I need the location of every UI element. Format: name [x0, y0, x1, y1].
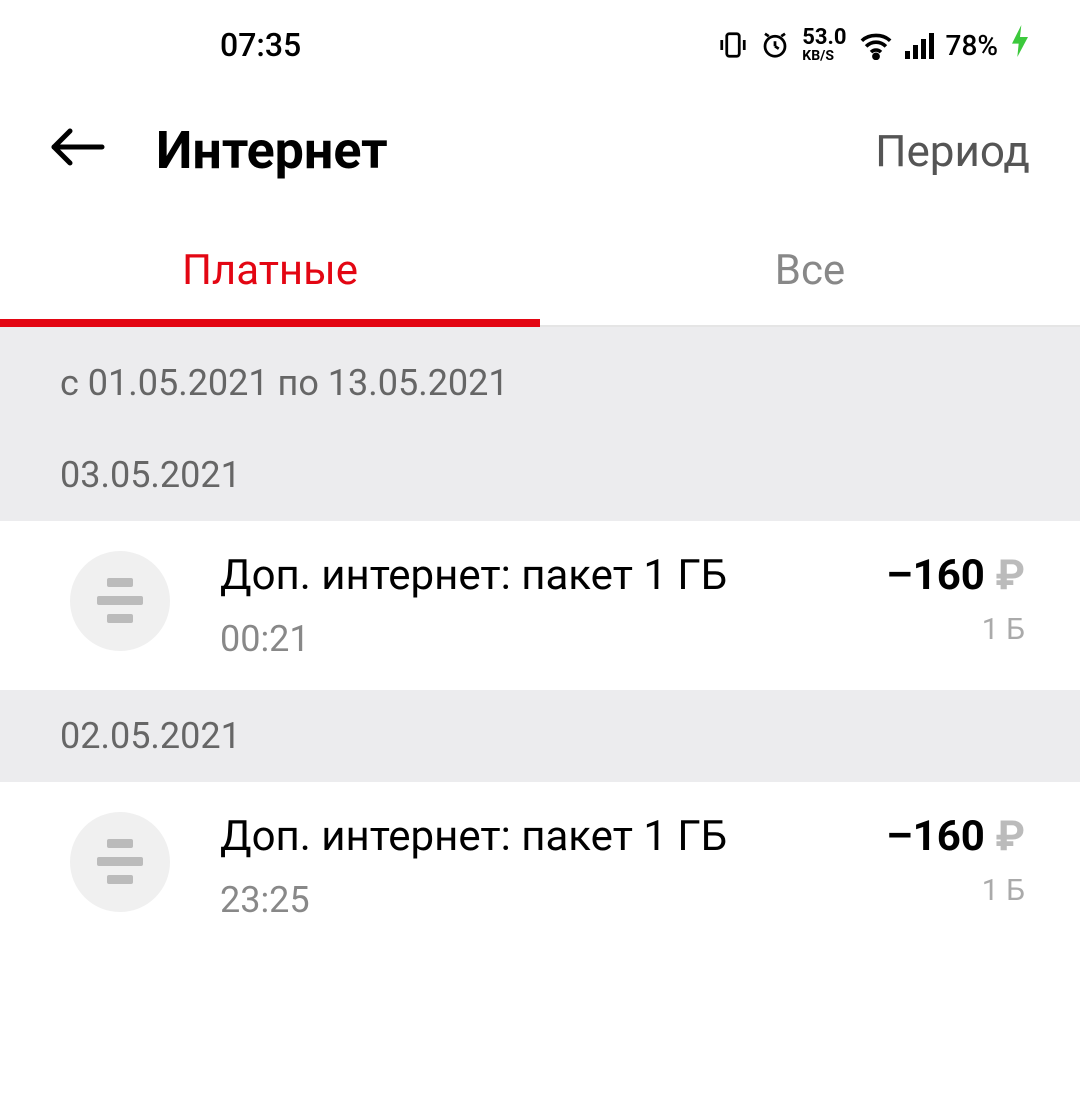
vibrate-icon: [718, 30, 748, 60]
charging-icon: [1010, 25, 1030, 65]
transaction-title: Доп. интернет: пакет 1 ГБ: [220, 551, 866, 600]
wifi-icon: [859, 30, 893, 60]
transaction-content: Доп. интернет: пакет 1 ГБ 00:21: [220, 551, 866, 660]
globe-icon: [70, 551, 170, 651]
transaction-sub: 1 Б: [886, 612, 1025, 647]
transaction-content: Доп. интернет: пакет 1 ГБ 23:25: [220, 812, 866, 921]
transaction-item[interactable]: Доп. интернет: пакет 1 ГБ 00:21 –160 ₽ 1…: [0, 521, 1080, 690]
transaction-amount: –160 ₽: [886, 551, 1025, 600]
globe-icon: [70, 812, 170, 912]
battery-percentage: 78%: [946, 29, 998, 62]
signal-icon: [905, 31, 934, 59]
tabs: Платные Все: [0, 221, 1080, 327]
date-header: 02.05.2021: [0, 690, 1080, 782]
header: Интернет Период: [0, 90, 1080, 221]
transaction-right: –160 ₽ 1 Б: [886, 551, 1025, 647]
transaction-amount: –160 ₽: [886, 812, 1025, 861]
transaction-right: –160 ₽ 1 Б: [886, 812, 1025, 908]
page-title: Интернет: [156, 120, 388, 181]
transaction-item[interactable]: Доп. интернет: пакет 1 ГБ 23:25 –160 ₽ 1…: [0, 782, 1080, 951]
transaction-sub: 1 Б: [886, 873, 1025, 908]
transaction-time: 23:25: [220, 879, 866, 921]
network-speed: 53.0 KB/S: [802, 27, 846, 63]
status-time: 07:35: [220, 26, 301, 64]
tab-all[interactable]: Все: [540, 221, 1080, 325]
transaction-time: 00:21: [220, 618, 866, 660]
date-header: 03.05.2021: [0, 429, 1080, 521]
date-range-header: с 01.05.2021 по 13.05.2021: [0, 327, 1080, 429]
period-button[interactable]: Период: [875, 125, 1030, 177]
status-bar: 07:35 53.0 KB/S: [0, 0, 1080, 90]
transaction-title: Доп. интернет: пакет 1 ГБ: [220, 812, 866, 861]
status-right: 53.0 KB/S 78%: [718, 25, 1030, 65]
back-button[interactable]: [50, 122, 156, 180]
alarm-icon: [760, 30, 790, 60]
tab-paid[interactable]: Платные: [0, 221, 540, 325]
